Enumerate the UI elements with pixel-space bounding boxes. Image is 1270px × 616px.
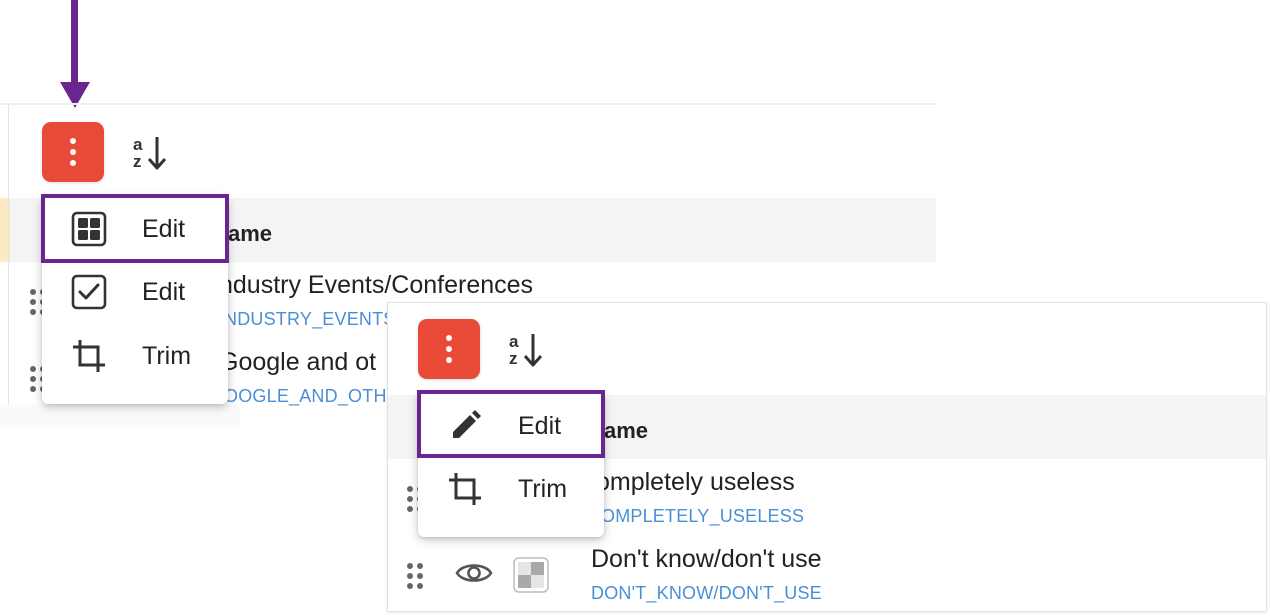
panel2-row2-code: DON'T_KNOW/DON'T_USE bbox=[591, 583, 822, 603]
checkbox-icon bbox=[71, 274, 107, 310]
panel2-row1-code: OMPLETELY_USELESS bbox=[601, 506, 805, 526]
panel2-more-options-button[interactable] bbox=[418, 319, 480, 379]
panel1-menu-item-edit-check[interactable]: Edit bbox=[42, 261, 228, 324]
panel1-top-divider bbox=[0, 103, 936, 105]
panel1-menu-item-trim[interactable]: Trim bbox=[42, 325, 228, 388]
panel2-menu-highlight bbox=[417, 390, 605, 458]
image-thumbnail-icon[interactable] bbox=[513, 557, 549, 593]
panel1-more-options-button[interactable] bbox=[42, 122, 104, 182]
panel1-row1-code: NDUSTRY_EVENTS bbox=[224, 309, 396, 329]
sort-alpha-down-icon: a z bbox=[133, 135, 167, 171]
panel1-row2-title: Google and ot bbox=[219, 348, 377, 376]
eye-icon[interactable] bbox=[455, 558, 493, 588]
panel1-menu-label: Edit bbox=[142, 278, 186, 306]
panel2-row2-drag-handle[interactable] bbox=[407, 563, 423, 589]
crop-icon bbox=[449, 473, 481, 505]
crop-icon bbox=[73, 340, 105, 372]
panel1-sort-az-button[interactable]: a z bbox=[130, 131, 174, 175]
panel2-row2-title: Don't know/don't use bbox=[591, 545, 822, 573]
more-vertical-icon bbox=[70, 138, 76, 144]
panel1-bottom-shade bbox=[0, 405, 240, 427]
panel2-menu-label: Trim bbox=[518, 475, 568, 503]
panel2-row1-title: ompletely useless bbox=[596, 468, 795, 496]
panel2-menu-item-trim[interactable]: Trim bbox=[418, 458, 604, 521]
panel2-sort-az-button[interactable]: a z bbox=[506, 328, 550, 372]
panel1-row2-code: OOGLE_AND_OTH bbox=[224, 386, 387, 406]
panel1-column-header-name[interactable]: ame bbox=[228, 221, 272, 247]
panel1-left-divider bbox=[8, 105, 9, 425]
panel1-menu-label: Trim bbox=[142, 342, 192, 370]
panel2-column-header-name[interactable]: ame bbox=[604, 418, 648, 444]
sort-alpha-down-icon: a z bbox=[509, 332, 543, 368]
more-vertical-icon bbox=[446, 335, 452, 341]
svg-text:z: z bbox=[133, 152, 142, 171]
panel1-menu-highlight bbox=[41, 194, 229, 263]
annotation-arrow-shaft bbox=[71, 0, 78, 86]
panel1-row1-title: ndustry Events/Conferences bbox=[219, 271, 534, 299]
svg-text:z: z bbox=[509, 349, 518, 368]
